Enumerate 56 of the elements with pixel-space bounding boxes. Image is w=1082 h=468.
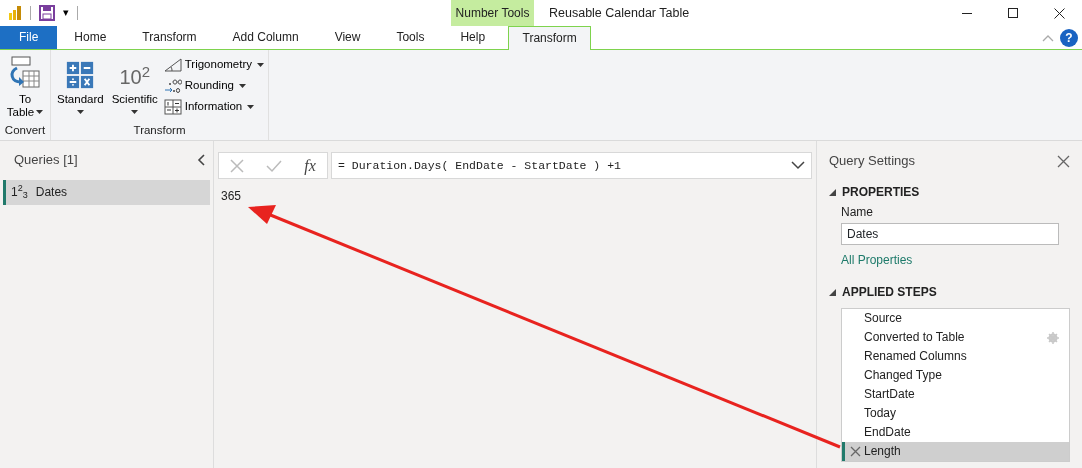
ribbon-tab[interactable]: File: [0, 26, 58, 49]
triangle-icon: [163, 57, 182, 72]
collapse-pane-icon[interactable]: [197, 153, 205, 166]
applied-step[interactable]: Today: [842, 403, 1069, 423]
ribbon-button[interactable]: 10$^{2}$ Scientific: [109, 54, 160, 122]
query-item[interactable]: 1$^{2}$$_{3}$ Dates: [3, 179, 210, 205]
close-icon[interactable]: [1057, 154, 1070, 168]
ribbon-tab[interactable]: Add Column: [219, 26, 312, 49]
calculator-icon: [65, 60, 96, 90]
applied-step[interactable]: Changed Type: [842, 365, 1069, 385]
help-button[interactable]: ?: [1060, 28, 1078, 47]
ribbon-tab[interactable]: Transform: [508, 26, 592, 50]
field-label: Name: [841, 205, 874, 220]
pane-title: Queries [1]: [14, 152, 78, 168]
section-heading: APPLIED STEPS: [842, 285, 937, 300]
maximize-icon: [1008, 8, 1018, 18]
group-label: Convert: [4, 123, 46, 138]
minimize-icon: [962, 12, 972, 14]
group-label: Transform: [132, 123, 187, 138]
ribbon-tab[interactable]: Tools: [383, 26, 438, 49]
ribbon-tab[interactable]: Home: [61, 26, 120, 49]
close-icon: [1053, 7, 1065, 19]
ribbon-button[interactable]: Standard: [55, 54, 106, 122]
ribbon-tab[interactable]: Help: [447, 26, 499, 49]
result-value: 365: [221, 189, 242, 204]
customize-menu-button[interactable]: ▾: [63, 6, 69, 20]
ribbon-tab[interactable]: Transform: [129, 26, 210, 49]
pane-title: Query Settings: [829, 153, 915, 169]
ribbon-button[interactable]: Rounding: [163, 75, 265, 96]
name-field[interactable]: Dates: [841, 222, 1059, 245]
ribbon-tab[interactable]: View: [321, 26, 374, 49]
collapse-triangle-icon[interactable]: [829, 188, 836, 196]
scientific-label: 10$^{2}$: [119, 64, 150, 90]
app-logo-icon: [8, 5, 22, 21]
applied-step[interactable]: Renamed Columns: [842, 346, 1069, 366]
applied-step[interactable]: Length: [842, 441, 1069, 461]
save-icon[interactable]: [39, 5, 55, 21]
applied-step[interactable]: EndDate: [842, 422, 1069, 442]
ribbon-button[interactable]: Information: [163, 96, 265, 117]
window-title: Reusable Calendar Table: [549, 5, 690, 21]
all-properties-link[interactable]: All Properties: [841, 252, 913, 268]
expand-icon[interactable]: [791, 161, 805, 170]
applied-step[interactable]: Converted to Table: [842, 327, 1069, 347]
to-table-icon: [9, 56, 41, 90]
ribbon-button[interactable]: To Table: [4, 54, 46, 122]
information-icon: [163, 98, 182, 115]
formula-field[interactable]: = Duration.Days( EndDate - StartDate ) +1: [331, 152, 812, 179]
section-heading: PROPERTIES: [842, 185, 920, 200]
contextual-group-label: Number Tools: [451, 0, 534, 26]
delete-step-icon[interactable]: [850, 445, 861, 457]
ribbon-button[interactable]: Trigonometry: [163, 54, 265, 75]
insert-function-button[interactable]: fx: [304, 155, 316, 176]
rounding-icon: [163, 77, 182, 94]
collapse-triangle-icon[interactable]: [829, 288, 836, 296]
applied-step[interactable]: StartDate: [842, 384, 1069, 404]
applied-step[interactable]: Source: [842, 308, 1069, 328]
